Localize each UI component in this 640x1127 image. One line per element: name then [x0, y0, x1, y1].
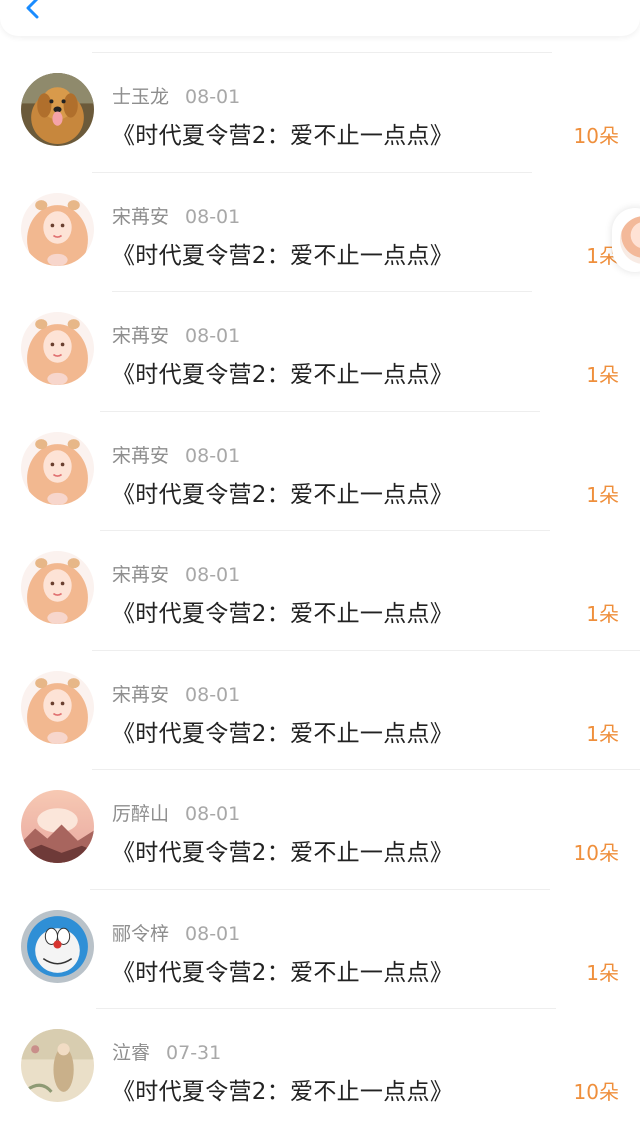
flower-count: 10朵: [573, 1080, 619, 1104]
user-name: 士玉龙: [112, 86, 170, 108]
flower-count: 1朵: [586, 482, 619, 507]
user-avatar[interactable]: [21, 312, 94, 385]
user-avatar[interactable]: [21, 1029, 94, 1102]
item-date: 08-01: [185, 564, 241, 586]
user-name: 宋苒安: [112, 444, 170, 467]
item-meta: 宋苒安 08-01: [112, 202, 240, 229]
flower-count: 10朵: [573, 841, 619, 865]
item-meta: 士玉龙 08-01: [112, 82, 240, 109]
item-title: 《时代夏令营2：爱不止一点点》: [112, 601, 454, 627]
floating-avatar: [620, 216, 640, 264]
list-item[interactable]: 厉醉山 08-01 《时代夏令营2：爱不止一点点》 10朵: [0, 769, 640, 889]
user-avatar[interactable]: [21, 192, 94, 266]
item-meta: 郦令梓 08-01: [112, 919, 240, 946]
row-divider: [90, 888, 550, 890]
top-bar: [0, 0, 640, 36]
gift-list-page: 士玉龙 08-01 《时代夏令营2：爱不止一点点》 10朵 宋苒安 08-01 《时代夏令…: [0, 0, 640, 1127]
user-name: 宋苒安: [112, 325, 170, 347]
row-divider: [92, 649, 640, 651]
item-title: 《时代夏令营2：爱不止一点点》: [112, 242, 454, 269]
row-divider: [92, 769, 640, 770]
item-date: 08-01: [185, 683, 241, 706]
item-meta: 宋苒安 08-01: [112, 560, 240, 587]
row-divider: [96, 1008, 556, 1009]
chevron-left-icon: [26, 0, 39, 19]
user-name: 宋苒安: [112, 683, 170, 706]
list-item[interactable]: 郦令梓 08-01 《时代夏令营2：爱不止一点点》 1朵: [0, 888, 640, 1009]
user-avatar[interactable]: [21, 790, 94, 863]
user-avatar[interactable]: [21, 431, 94, 505]
item-meta: 泣睿 07-31: [112, 1038, 221, 1065]
user-name: 泣睿: [112, 1042, 151, 1064]
flower-count: 10朵: [573, 124, 619, 148]
flower-count: 1朵: [586, 363, 619, 387]
item-meta: 厉醉山 08-01: [112, 799, 240, 826]
row-divider: [92, 52, 552, 53]
item-date: 08-01: [185, 325, 241, 347]
user-name: 厉醉山: [112, 803, 170, 825]
back-button[interactable]: [18, 0, 48, 24]
user-avatar[interactable]: [21, 73, 94, 146]
item-title: 《时代夏令营2：爱不止一点点》: [112, 362, 454, 388]
list-item[interactable]: 宋苒安 08-01 《时代夏令营2：爱不止一点点》 1朵: [0, 649, 640, 770]
item-title: 《时代夏令营2：爱不止一点点》: [112, 123, 454, 149]
item-meta: 宋苒安 08-01: [112, 441, 240, 468]
user-name: 郦令梓: [112, 922, 170, 945]
list-item[interactable]: 宋苒安 08-01 《时代夏令营2：爱不止一点点》 1朵: [0, 530, 640, 650]
user-name: 宋苒安: [112, 205, 170, 228]
item-title: 《时代夏令营2：爱不止一点点》: [112, 840, 454, 866]
item-meta: 宋苒安 08-01: [112, 680, 240, 707]
list-item[interactable]: 宋苒安 08-01 《时代夏令营2：爱不止一点点》 1朵: [0, 171, 640, 292]
item-date: 08-01: [185, 803, 241, 825]
list-item[interactable]: 士玉龙 08-01 《时代夏令营2：爱不止一点点》 10朵: [0, 52, 640, 172]
item-title: 《时代夏令营2：爱不止一点点》: [112, 720, 454, 747]
gift-list: 士玉龙 08-01 《时代夏令营2：爱不止一点点》 10朵 宋苒安 08-01 《时代夏令…: [0, 52, 640, 1127]
item-title: 《时代夏令营2：爱不止一点点》: [112, 1079, 454, 1105]
user-avatar[interactable]: [21, 670, 94, 744]
user-avatar[interactable]: [21, 909, 94, 983]
flower-count: 1朵: [586, 602, 619, 626]
floating-avatar-button[interactable]: [612, 208, 640, 272]
flower-count: 1朵: [586, 960, 619, 985]
item-title: 《时代夏令营2：爱不止一点点》: [112, 481, 454, 508]
user-name: 宋苒安: [112, 564, 170, 586]
item-meta: 宋苒安 08-01: [112, 321, 240, 348]
item-date: 07-31: [166, 1042, 222, 1064]
item-date: 08-01: [185, 86, 241, 108]
row-divider: [100, 410, 540, 412]
item-title: 《时代夏令营2：爱不止一点点》: [112, 959, 454, 986]
item-date: 08-01: [185, 922, 241, 945]
item-date: 08-01: [185, 444, 241, 467]
user-avatar[interactable]: [21, 551, 94, 624]
list-item[interactable]: 宋苒安 08-01 《时代夏令营2：爱不止一点点》 1朵: [0, 291, 640, 411]
list-item[interactable]: 宋苒安 08-01 《时代夏令营2：爱不止一点点》 1朵: [0, 410, 640, 531]
row-divider: [100, 530, 550, 531]
item-date: 08-01: [185, 205, 241, 228]
list-item[interactable]: 泣睿 07-31 《时代夏令营2：爱不止一点点》 10朵: [0, 1008, 640, 1127]
flower-count: 1朵: [586, 721, 619, 746]
row-divider: [92, 171, 532, 173]
row-divider: [112, 291, 532, 292]
